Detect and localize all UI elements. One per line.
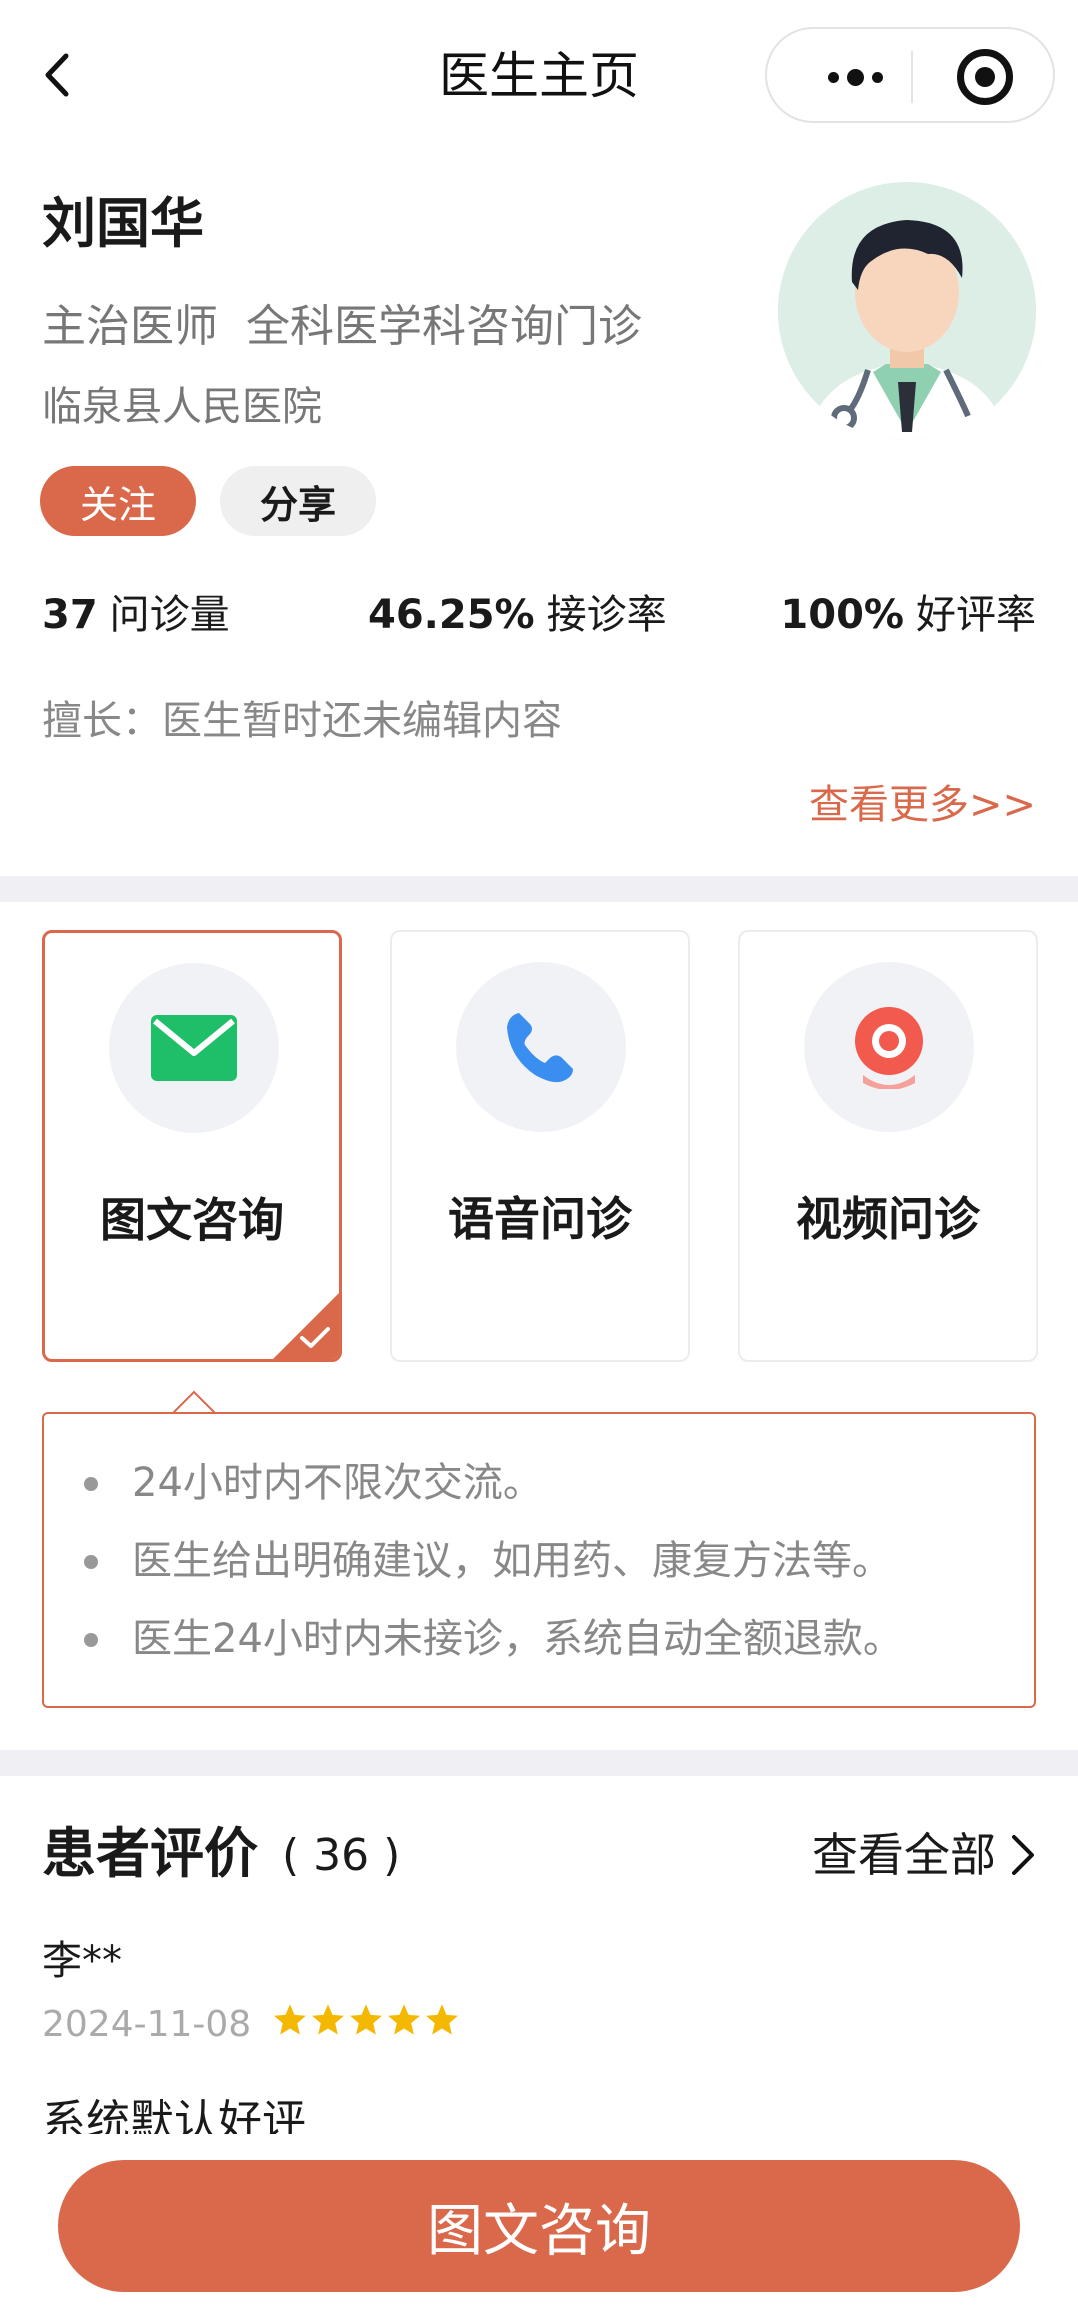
envelope-icon xyxy=(109,963,279,1133)
review-text: 系统默认好评 xyxy=(42,2096,306,2134)
service-label: 视频问诊 xyxy=(796,1192,980,1246)
reviews-count: ( 36 ) xyxy=(282,1830,401,1881)
stat-rating-value: 100% xyxy=(780,592,904,638)
stat-rating-label: 好评率 xyxy=(916,592,1036,638)
doctor-department: 全科医学科咨询门诊 xyxy=(246,301,642,352)
share-button[interactable]: 分享 xyxy=(220,466,376,536)
service-label: 图文咨询 xyxy=(100,1193,284,1247)
pointer-arrow xyxy=(172,1390,216,1414)
star-icon xyxy=(350,2004,382,2035)
check-icon xyxy=(300,1327,330,1348)
section-divider xyxy=(0,876,1078,902)
nav-header: 医生主页 xyxy=(0,0,1078,150)
service-label: 语音问诊 xyxy=(448,1192,632,1246)
chevron-right-icon xyxy=(1012,1835,1034,1875)
stat-consultations: 37 问诊量 xyxy=(42,590,230,640)
view-all-reviews-link[interactable]: 查看全部 xyxy=(812,1826,1036,1884)
doctor-hospital: 临泉县人民医院 xyxy=(42,384,322,430)
feature-item: 医生给出明确建议，如用药、康复方法等。 xyxy=(84,1522,903,1600)
view-more-link[interactable]: 查看更多>> xyxy=(809,780,1036,830)
reviewer-name: 李** xyxy=(42,1938,122,1984)
stat-rating: 100% 好评率 xyxy=(780,590,1036,640)
camera-icon xyxy=(804,962,974,1132)
review-date: 2024-11-08 xyxy=(42,2004,252,2045)
doctor-title: 主治医师 xyxy=(42,301,218,352)
doctor-specialty: 擅长：医生暂时还未编辑内容 xyxy=(42,698,562,744)
capsule-divider xyxy=(911,51,913,103)
star-icon xyxy=(312,2004,344,2035)
star-icon xyxy=(426,2004,458,2035)
stat-consultations-label: 问诊量 xyxy=(109,592,230,638)
stat-acceptance: 46.25% 接诊率 xyxy=(368,590,667,640)
consult-button[interactable]: 图文咨询 xyxy=(58,2160,1020,2292)
section-divider xyxy=(0,1750,1078,1776)
reviews-title: 患者评价 xyxy=(42,1822,258,1885)
service-card-voice[interactable]: 语音问诊 xyxy=(390,930,690,1362)
service-features: 24小时内不限次交流。 医生给出明确建议，如用药、康复方法等。 医生24小时内未… xyxy=(42,1412,1036,1708)
service-card-text[interactable]: 图文咨询 xyxy=(42,930,342,1362)
feature-item: 24小时内不限次交流。 xyxy=(84,1444,903,1522)
star-icon xyxy=(388,2004,420,2035)
stat-consultations-value: 37 xyxy=(42,592,98,638)
mini-program-capsule xyxy=(765,27,1055,123)
feature-item: 医生24小时内未接诊，系统自动全额退款。 xyxy=(84,1600,903,1678)
star-icon xyxy=(274,2004,306,2035)
follow-button[interactable]: 关注 xyxy=(40,466,196,536)
review-stars xyxy=(272,2002,460,2038)
target-icon[interactable] xyxy=(957,49,1013,105)
stat-acceptance-label: 接诊率 xyxy=(546,592,667,638)
phone-icon xyxy=(456,962,626,1132)
more-dots-icon[interactable] xyxy=(805,49,905,105)
view-all-label: 查看全部 xyxy=(812,1828,996,1882)
doctor-avatar-icon xyxy=(778,182,1036,440)
service-card-video[interactable]: 视频问诊 xyxy=(738,930,1038,1362)
stat-acceptance-value: 46.25% xyxy=(368,592,535,638)
doctor-name: 刘国华 xyxy=(42,192,204,255)
doctor-title-line: 主治医师 全科医学科咨询门诊 xyxy=(42,300,642,354)
